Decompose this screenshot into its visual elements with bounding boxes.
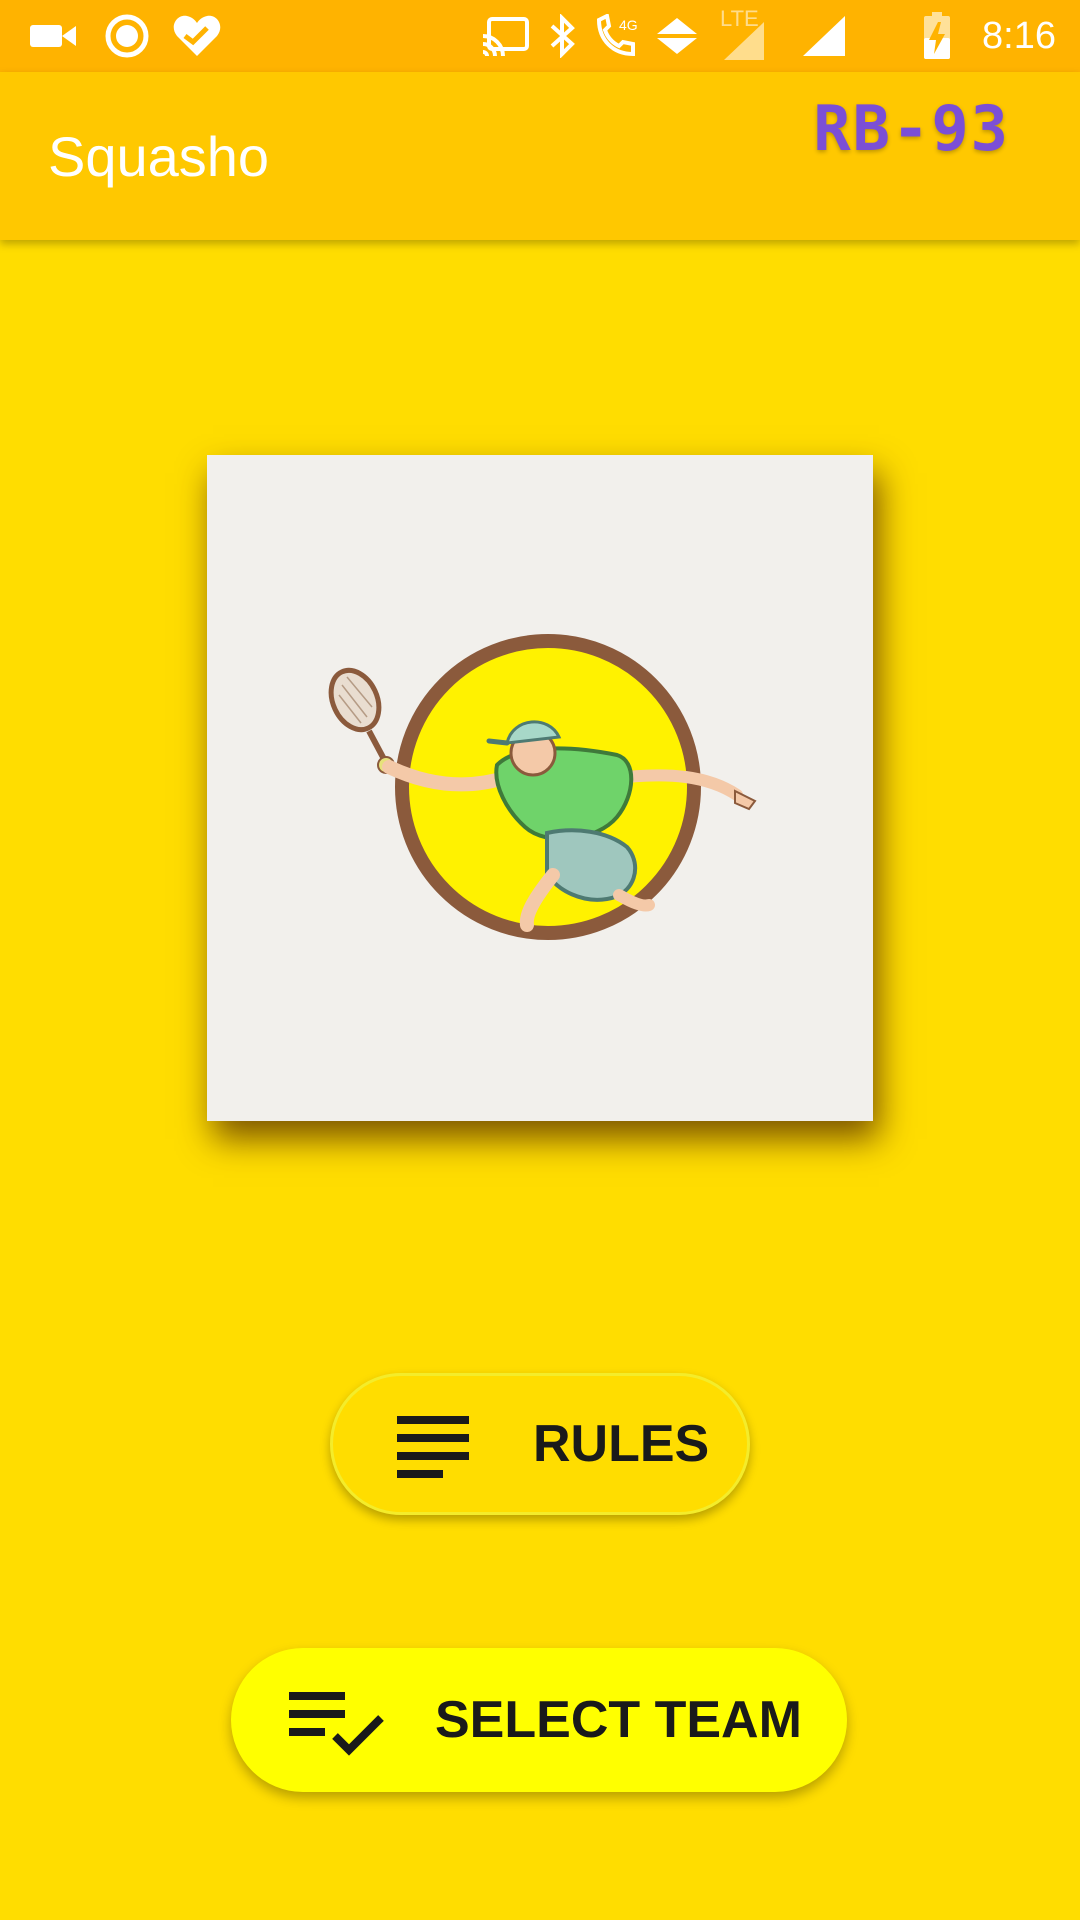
- data-arrows-icon: [652, 0, 702, 72]
- select-team-button-label: SELECT TEAM: [435, 1691, 802, 1749]
- status-bar: 4G LTE 8:16: [0, 0, 1080, 72]
- battery-charging-icon: [922, 0, 952, 72]
- app-title: Squasho: [48, 125, 270, 188]
- tennis-player-logo: [328, 634, 757, 940]
- network-label: 4G: [619, 17, 638, 33]
- video-camera-icon: [26, 0, 80, 72]
- status-time: 8:16: [982, 15, 1056, 57]
- bluetooth-icon: [546, 0, 580, 72]
- lte-label: LTE: [720, 8, 759, 31]
- logo-card: [207, 455, 873, 1121]
- playlist-check-icon: [287, 1690, 387, 1761]
- heart-check-icon: [170, 0, 224, 72]
- rules-button-label: RULES: [533, 1415, 710, 1473]
- select-team-button[interactable]: SELECT TEAM: [231, 1648, 847, 1792]
- cast-icon: [480, 0, 532, 72]
- signal-lte-icon: LTE: [720, 0, 772, 72]
- racket-icon: [328, 667, 388, 763]
- signal-icon: [800, 0, 848, 72]
- wifi-calling-icon: 4G: [592, 0, 642, 72]
- circle-notification-icon: [104, 0, 150, 72]
- app-bar: Squasho RB-93: [0, 72, 1080, 240]
- rules-button[interactable]: RULES: [330, 1373, 750, 1515]
- app-tag: RB-93: [813, 92, 1010, 165]
- notes-lines-icon: [395, 1414, 473, 1487]
